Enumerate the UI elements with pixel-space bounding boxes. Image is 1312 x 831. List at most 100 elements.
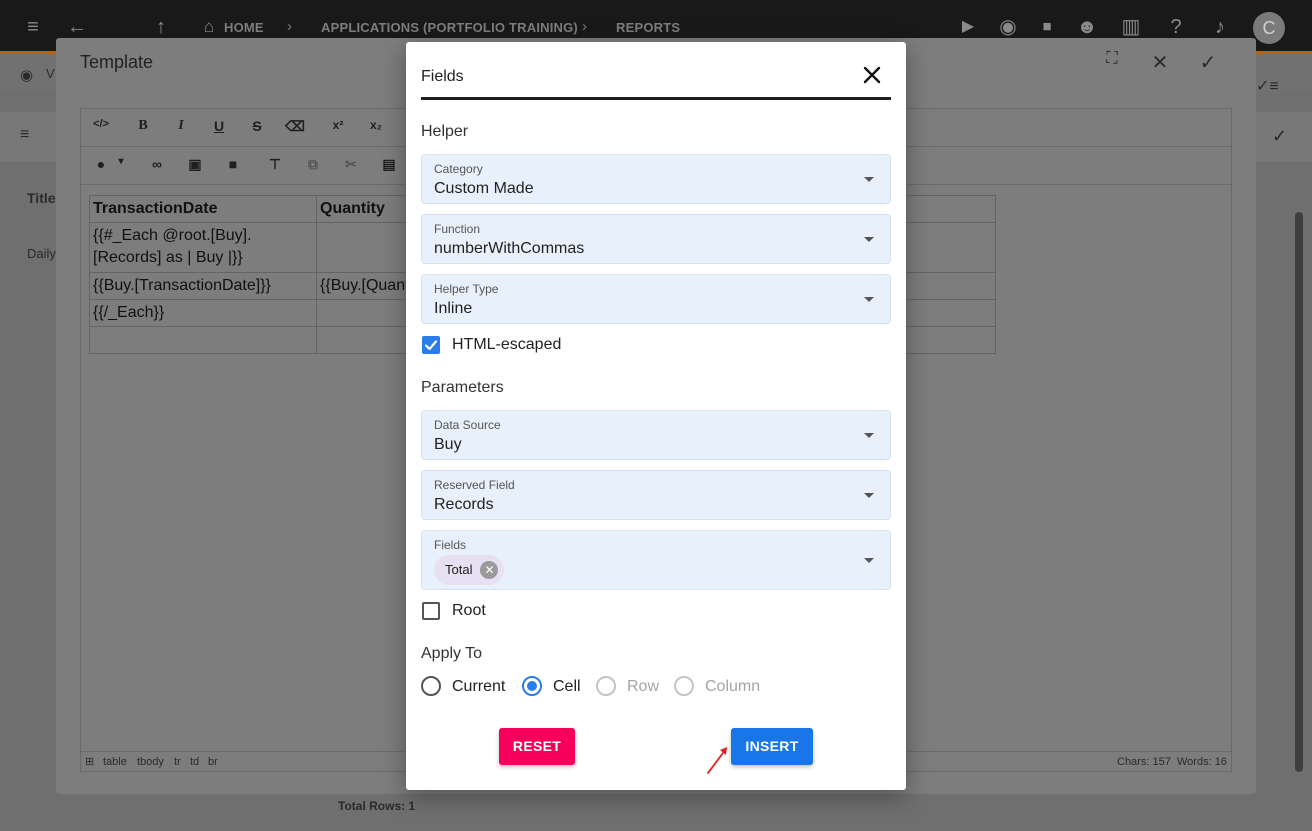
copy-icon[interactable]: ⧉ bbox=[301, 156, 325, 173]
root-label[interactable]: Root bbox=[452, 602, 486, 620]
filter-icon[interactable]: ≡ bbox=[20, 126, 29, 144]
fields-dialog: Fields Helper Category Custom Made Funct… bbox=[406, 42, 906, 790]
category-label: Category bbox=[434, 162, 483, 176]
chevron-down-icon[interactable]: ▾ bbox=[109, 156, 133, 167]
element-path-tbody[interactable]: tbody bbox=[137, 756, 164, 768]
apply-to-cell-label[interactable]: Cell bbox=[553, 678, 581, 696]
notification-bell-icon[interactable]: ♪ bbox=[1207, 14, 1233, 40]
helper-type-select[interactable]: Helper Type Inline bbox=[421, 274, 891, 324]
dropdown-caret-icon[interactable] bbox=[864, 493, 874, 498]
reserved-field-label: Reserved Field bbox=[434, 478, 515, 492]
field-chip-total[interactable]: Total ✕ bbox=[434, 555, 505, 585]
checkmark-icon bbox=[424, 340, 438, 351]
avatar[interactable]: C bbox=[1253, 12, 1285, 44]
html-escaped-checkbox[interactable] bbox=[422, 336, 440, 354]
play-circle-icon[interactable]: ◉ bbox=[995, 14, 1021, 40]
apply-to-row-radio[interactable] bbox=[596, 676, 616, 696]
dropdown-caret-icon[interactable] bbox=[864, 433, 874, 438]
breadcrumb-applications[interactable]: APPLICATIONS (PORTFOLIO TRAINING) bbox=[321, 20, 578, 35]
source-code-icon[interactable]: </> bbox=[89, 118, 113, 130]
table-cell[interactable] bbox=[89, 326, 317, 354]
word-count: Words: 16 bbox=[1177, 756, 1227, 768]
dropdown-caret-icon[interactable] bbox=[864, 297, 874, 302]
root-checkbox[interactable] bbox=[422, 602, 440, 620]
dialog-title: Fields bbox=[421, 68, 464, 85]
up-arrow-icon[interactable]: ↑ bbox=[148, 14, 174, 40]
function-select[interactable]: Function numberWithCommas bbox=[421, 214, 891, 264]
apply-to-column-radio[interactable] bbox=[674, 676, 694, 696]
title-underline bbox=[421, 97, 891, 100]
parameters-section-heading: Parameters bbox=[421, 379, 504, 396]
data-source-value: Buy bbox=[434, 436, 462, 453]
chip-remove-icon[interactable]: ✕ bbox=[480, 561, 499, 579]
image-icon[interactable]: ▣ bbox=[183, 156, 207, 173]
close-icon[interactable] bbox=[861, 64, 883, 86]
confirm-check-icon[interactable]: ✓ bbox=[1196, 50, 1220, 75]
stop-icon[interactable]: ■ bbox=[1034, 14, 1060, 40]
robot-icon[interactable]: ☻ bbox=[1074, 14, 1100, 40]
dropdown-caret-icon[interactable] bbox=[864, 177, 874, 182]
format-painter-icon[interactable]: ⊤ bbox=[263, 156, 287, 173]
apply-to-column-label[interactable]: Column bbox=[705, 678, 760, 696]
strikethrough-icon[interactable]: S bbox=[245, 118, 269, 134]
view-list-icon[interactable]: ✓≡ bbox=[1256, 76, 1279, 96]
eraser-icon[interactable]: ⌫ bbox=[283, 118, 307, 135]
library-icon[interactable]: ▥ bbox=[1118, 14, 1144, 40]
element-path-br[interactable]: br bbox=[208, 756, 218, 768]
table-cell[interactable]: {{/_Each}} bbox=[89, 299, 317, 327]
subscript-icon[interactable]: x₂ bbox=[364, 118, 388, 132]
table-cell[interactable]: {{#_Each @root.[Buy].[Records] as | Buy … bbox=[89, 222, 317, 273]
element-path-table[interactable]: table bbox=[103, 756, 127, 768]
helper-section-heading: Helper bbox=[421, 123, 469, 140]
breadcrumb-separator-icon: › bbox=[287, 18, 292, 35]
underline-icon[interactable]: U bbox=[207, 118, 231, 134]
html-escaped-label[interactable]: HTML-escaped bbox=[452, 336, 561, 354]
eye-icon[interactable]: ◉ bbox=[20, 66, 33, 84]
dropdown-caret-icon[interactable] bbox=[864, 558, 874, 563]
apply-to-section-heading: Apply To bbox=[421, 645, 483, 662]
back-arrow-icon[interactable]: ← bbox=[64, 14, 90, 40]
close-icon[interactable]: ✕ bbox=[1148, 50, 1172, 75]
function-label: Function bbox=[434, 222, 481, 236]
page-scrollbar[interactable] bbox=[1295, 212, 1303, 772]
table-cell[interactable]: {{Buy.[TransactionDate]}} bbox=[89, 272, 317, 300]
apply-to-row-label[interactable]: Row bbox=[627, 678, 659, 696]
apply-to-cell-radio[interactable] bbox=[522, 676, 542, 696]
apply-to-current-radio[interactable] bbox=[421, 676, 441, 696]
breadcrumb-separator-icon: › bbox=[582, 18, 587, 35]
play-icon[interactable]: ▶ bbox=[955, 14, 981, 40]
table-icon: ⊞ bbox=[85, 756, 95, 768]
reset-button[interactable]: RESET bbox=[499, 728, 575, 765]
bold-icon[interactable]: B bbox=[131, 118, 155, 134]
data-source-select[interactable]: Data Source Buy bbox=[421, 410, 891, 460]
paste-icon[interactable]: ▤ bbox=[377, 156, 401, 173]
char-count: Chars: 157 bbox=[1117, 756, 1171, 768]
reserved-field-select[interactable]: Reserved Field Records bbox=[421, 470, 891, 520]
data-source-label: Data Source bbox=[434, 418, 501, 432]
link-icon[interactable]: ∞ bbox=[145, 156, 169, 172]
template-title: Template bbox=[80, 52, 154, 72]
element-path-tr[interactable]: tr bbox=[174, 756, 181, 768]
breadcrumb-reports[interactable]: REPORTS bbox=[616, 20, 680, 35]
fullscreen-icon[interactable]: ⛶ bbox=[1100, 50, 1124, 68]
element-path-td[interactable]: td bbox=[190, 756, 199, 768]
category-select[interactable]: Category Custom Made bbox=[421, 154, 891, 204]
chip-label: Total bbox=[445, 562, 473, 577]
fields-select[interactable]: Fields Total ✕ bbox=[421, 530, 891, 590]
apply-to-current-label[interactable]: Current bbox=[452, 678, 505, 696]
dropdown-caret-icon[interactable] bbox=[864, 237, 874, 242]
help-icon[interactable]: ? bbox=[1163, 14, 1189, 40]
table-header-cell[interactable]: TransactionDate bbox=[89, 195, 317, 223]
helper-type-value: Inline bbox=[434, 300, 473, 317]
superscript-icon[interactable]: x² bbox=[326, 118, 350, 132]
cut-icon[interactable]: ✂ bbox=[339, 156, 363, 173]
breadcrumb-home[interactable]: HOME bbox=[224, 20, 264, 35]
insert-button[interactable]: INSERT bbox=[731, 728, 813, 765]
menu-icon[interactable]: ≡ bbox=[20, 14, 46, 40]
italic-icon[interactable]: I bbox=[169, 118, 193, 134]
video-icon[interactable]: ■ bbox=[221, 156, 245, 172]
title-column-header[interactable]: Title bbox=[27, 190, 56, 206]
home-icon[interactable]: ⌂ bbox=[196, 14, 222, 40]
confirm-check-icon[interactable]: ✓ bbox=[1272, 126, 1287, 147]
row-label[interactable]: Daily bbox=[27, 246, 56, 261]
